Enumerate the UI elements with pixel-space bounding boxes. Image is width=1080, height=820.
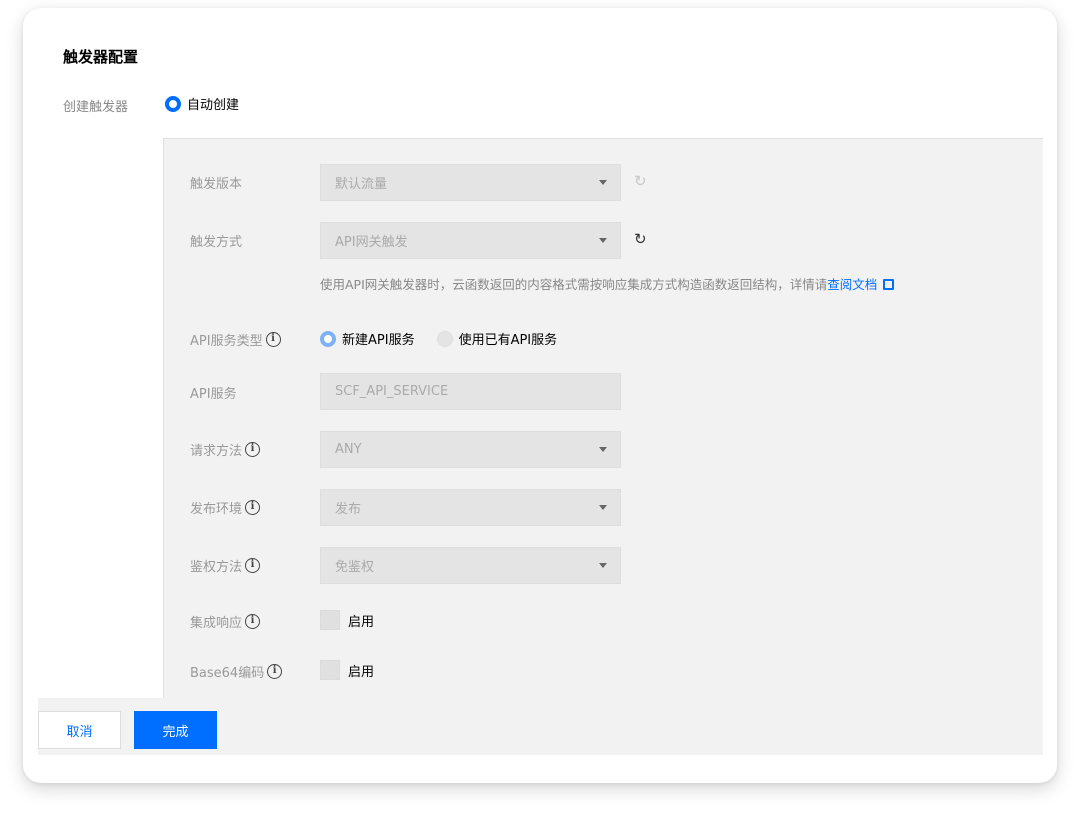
publish-env-label: 发布环境 i [190,498,261,517]
base64-encoding-label: Base64编码 i [190,662,283,681]
radio-checked-icon [165,95,181,112]
request-method-select[interactable]: ANY [320,431,621,468]
footer-bar: 取消 完成 [38,698,1043,755]
trigger-method-select[interactable]: API网关触发 [320,222,621,259]
checkbox[interactable] [320,610,340,630]
radio-label: 新建API服务 [342,333,415,348]
chevron-down-icon [599,505,607,510]
radio-checked-icon [320,330,336,347]
radio-existing-api-service[interactable]: 使用已有API服务 [436,329,558,348]
request-method-value: ANY [335,442,362,457]
api-service-input[interactable]: SCF_API_SERVICE [320,373,621,410]
trigger-version-value: 默认流量 [335,177,388,192]
chevron-down-icon [599,563,607,568]
chevron-down-icon [599,447,607,452]
info-icon[interactable]: i [265,332,281,347]
radio-label: 使用已有API服务 [458,333,558,348]
publish-env-value: 发布 [335,502,362,517]
trigger-version-select[interactable]: 默认流量 [320,164,621,201]
auth-method-label: 鉴权方法 i [190,556,261,575]
section-title: 触发器配置 [63,48,139,66]
docs-link[interactable]: 查阅文档 [827,277,877,292]
trigger-method-label: 触发方式 [190,235,243,250]
request-method-label: 请求方法 i [190,440,261,459]
auth-method-select[interactable]: 免鉴权 [320,547,621,584]
trigger-settings-panel: 触发版本 默认流量 ↻ 触发方式 API网关触发 ↻ 使用API网关触发器时，云… [163,138,1043,698]
checkbox[interactable] [320,660,340,680]
radio-new-api-service[interactable]: 新建API服务 [320,329,415,348]
chevron-down-icon [599,238,607,243]
refresh-icon[interactable]: ↻ [634,230,647,248]
api-service-label: API服务 [190,387,237,402]
trigger-method-value: API网关触发 [335,235,408,250]
info-icon[interactable]: i [245,558,261,573]
external-link-icon[interactable] [883,279,895,290]
info-icon[interactable]: i [245,500,261,515]
create-trigger-label: 创建触发器 [63,100,129,115]
base64-encoding-checkbox[interactable]: 启用 [320,660,374,680]
info-icon[interactable]: i [245,614,261,629]
trigger-config-card: 触发器配置 创建触发器 自动创建 触发版本 默认流量 ↻ 触发方式 API网关触… [23,8,1057,783]
auth-method-value: 免鉴权 [335,560,375,575]
auto-create-radio[interactable]: 自动创建 [165,94,239,113]
chevron-down-icon [599,180,607,185]
auto-create-label: 自动创建 [187,98,240,113]
info-icon[interactable]: i [267,664,283,679]
api-service-type-label: API服务类型 i [190,330,281,349]
trigger-method-hint: 使用API网关触发器时，云函数返回的内容格式需按响应集成方式构造函数返回结构，详… [320,274,895,293]
api-service-type-radio-group: 新建API服务 使用已有API服务 [320,329,579,348]
checkbox-label: 启用 [348,614,375,630]
info-icon[interactable]: i [245,442,261,457]
checkbox-label: 启用 [348,664,375,680]
radio-unchecked-icon [436,330,453,347]
hint-text: 使用API网关触发器时，云函数返回的内容格式需按响应集成方式构造函数返回结构，详… [320,277,828,292]
refresh-icon[interactable]: ↻ [634,172,647,190]
cancel-button[interactable]: 取消 [38,711,121,749]
done-button[interactable]: 完成 [134,711,217,749]
publish-env-select[interactable]: 发布 [320,489,621,526]
api-service-value: SCF_API_SERVICE [335,384,449,399]
trigger-version-label: 触发版本 [190,177,243,192]
integration-response-label: 集成响应 i [190,612,261,631]
integration-response-checkbox[interactable]: 启用 [320,610,374,630]
